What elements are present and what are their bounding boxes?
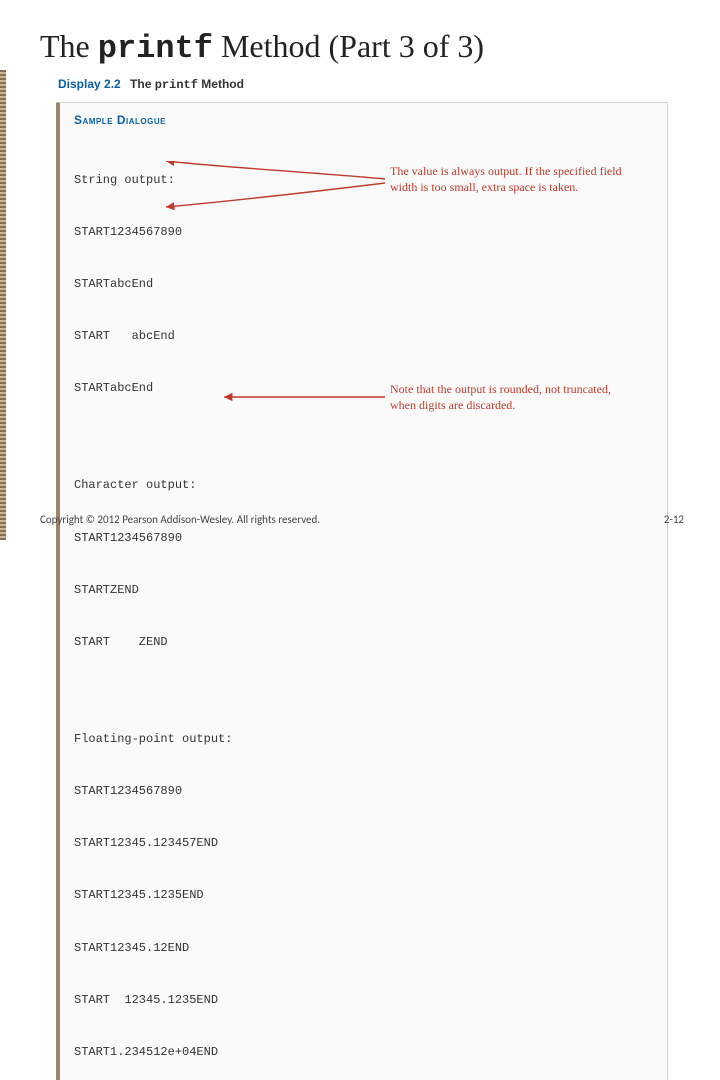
- output-line: START1234567890: [74, 530, 653, 547]
- output-block-2: Character output: START1234567890 STARTZ…: [74, 443, 653, 686]
- display-label: Display 2.2 The printf Method: [58, 77, 684, 92]
- footer: Copyright © 2012 Pearson Addison-Wesley.…: [40, 513, 684, 526]
- decor-stripe: [0, 70, 6, 540]
- block2-title: Character output:: [74, 477, 653, 494]
- display-title: The printf Method: [130, 77, 244, 91]
- slide-title: The printf Method (Part 3 of 3): [40, 28, 684, 67]
- output-block-3: Floating-point output: START1234567890 S…: [74, 696, 653, 1080]
- output-line: START ZEND: [74, 634, 653, 651]
- page-number: 2-12: [664, 513, 684, 526]
- sample-dialogue-panel: Sample Dialogue String output: START1234…: [56, 102, 668, 1080]
- figure: Display 2.2 The printf Method Sample Dia…: [56, 77, 684, 1080]
- output-line: START12345.12END: [74, 940, 653, 957]
- output-line: START12345.123457END: [74, 835, 653, 852]
- output-line: STARTZEND: [74, 582, 653, 599]
- output-line: START1234567890: [74, 224, 653, 241]
- output-line: STARTabcEnd: [74, 276, 653, 293]
- title-suffix: Method (Part 3 of 3): [213, 28, 484, 64]
- output-line: START1.234512e+04END: [74, 1044, 653, 1061]
- display-number: Display 2.2: [58, 77, 121, 91]
- copyright-text: Copyright © 2012 Pearson Addison-Wesley.…: [40, 513, 320, 526]
- output-line: START1234567890: [74, 783, 653, 800]
- output-line: START 12345.1235END: [74, 992, 653, 1009]
- block3-title: Floating-point output:: [74, 731, 653, 748]
- annotation-2: Note that the output is rounded, not tru…: [390, 381, 630, 413]
- panel-heading: Sample Dialogue: [74, 113, 653, 127]
- title-prefix: The: [40, 28, 98, 64]
- annotation-1: The value is always output. If the speci…: [390, 163, 630, 195]
- output-line: START12345.1235END: [74, 887, 653, 904]
- output-line: START abcEnd: [74, 328, 653, 345]
- title-code: printf: [98, 30, 213, 67]
- slide: The printf Method (Part 3 of 3) Display …: [0, 0, 720, 540]
